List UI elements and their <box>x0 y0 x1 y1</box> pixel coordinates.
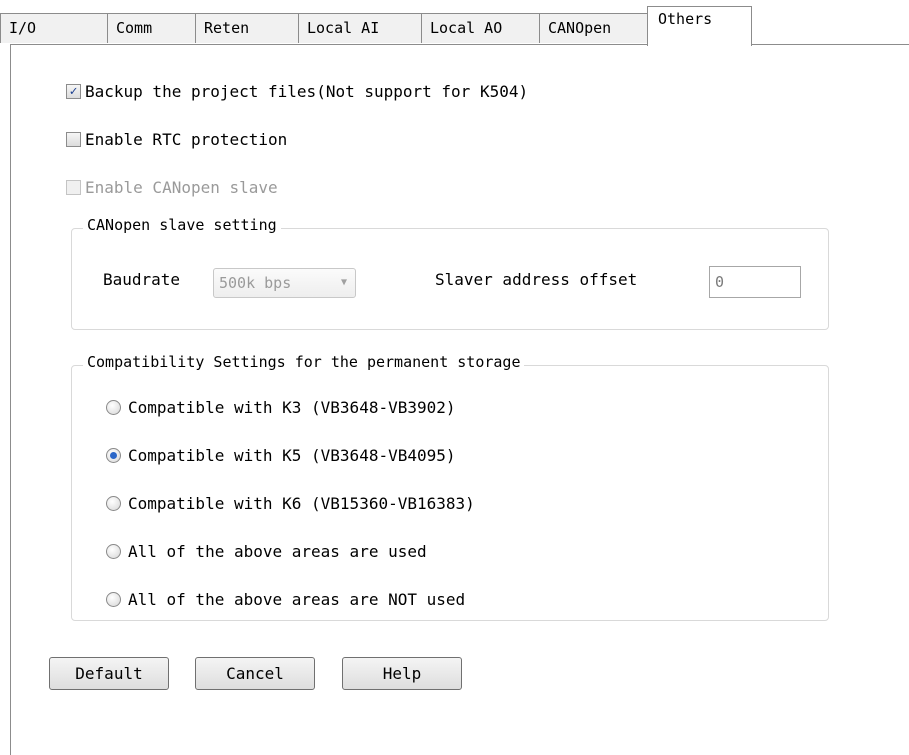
radio-selected-dot <box>110 452 117 459</box>
offset-input[interactable]: 0 <box>709 266 801 298</box>
radio-k5[interactable] <box>106 448 121 463</box>
backup-checkbox[interactable]: ✓ <box>66 84 81 99</box>
tab-strip: I/O Comm Reten Local AI Local AO CANOpen… <box>0 0 909 46</box>
tab-local-ao[interactable]: Local AO <box>421 13 540 43</box>
compat-option-none-used[interactable]: All of the above areas are NOT used <box>106 590 465 609</box>
rtc-checkbox[interactable] <box>66 132 81 147</box>
compat-title: Compatibility Settings for the permanent… <box>83 353 525 371</box>
tab-canopen[interactable]: CANOpen <box>539 13 648 43</box>
default-button[interactable]: Default <box>49 657 169 690</box>
baudrate-label: Baudrate <box>103 270 181 289</box>
compat-k3-label: Compatible with K3 (VB3648-VB3902) <box>128 398 456 417</box>
radio-k6[interactable] <box>106 496 121 511</box>
compat-none-used-label: All of the above areas are NOT used <box>128 590 466 609</box>
radio-k3[interactable] <box>106 400 121 415</box>
rtc-option[interactable]: Enable RTC protection <box>66 130 287 149</box>
tab-reten[interactable]: Reten <box>195 13 299 43</box>
compat-k6-label: Compatible with K6 (VB15360-VB16383) <box>128 494 475 513</box>
tab-local-ai[interactable]: Local AI <box>298 13 422 43</box>
tab-io[interactable]: I/O <box>0 13 108 43</box>
chevron-down-icon: ▼ <box>340 277 347 288</box>
compat-option-k3[interactable]: Compatible with K3 (VB3648-VB3902) <box>106 398 456 417</box>
offset-row: Slaver address offset <box>435 270 637 289</box>
compat-all-used-label: All of the above areas are used <box>128 542 427 561</box>
radio-all-used[interactable] <box>106 544 121 559</box>
baudrate-row: Baudrate <box>103 270 180 289</box>
canopen-settings-title: CANopen slave setting <box>83 216 281 234</box>
baudrate-value: 500k bps <box>219 274 292 292</box>
canopen-slave-option[interactable]: Enable CANopen slave <box>66 178 278 197</box>
cancel-button[interactable]: Cancel <box>195 657 315 690</box>
compat-option-all-used[interactable]: All of the above areas are used <box>106 542 427 561</box>
baudrate-select[interactable]: 500k bps ▼ <box>213 268 356 298</box>
help-button[interactable]: Help <box>342 657 462 690</box>
tab-comm[interactable]: Comm <box>107 13 196 43</box>
backup-label: Backup the project files(Not support for… <box>85 82 529 101</box>
tab-others[interactable]: Others <box>647 6 752 46</box>
compat-option-k6[interactable]: Compatible with K6 (VB15360-VB16383) <box>106 494 475 513</box>
canopen-slave-checkbox[interactable] <box>66 180 81 195</box>
compat-option-k5[interactable]: Compatible with K5 (VB3648-VB4095) <box>106 446 456 465</box>
compat-k5-label: Compatible with K5 (VB3648-VB4095) <box>128 446 456 465</box>
canopen-slave-label: Enable CANopen slave <box>85 178 278 197</box>
offset-label: Slaver address offset <box>435 270 638 289</box>
radio-none-used[interactable] <box>106 592 121 607</box>
backup-option[interactable]: ✓ Backup the project files(Not support f… <box>66 82 528 101</box>
rtc-label: Enable RTC protection <box>85 130 288 149</box>
